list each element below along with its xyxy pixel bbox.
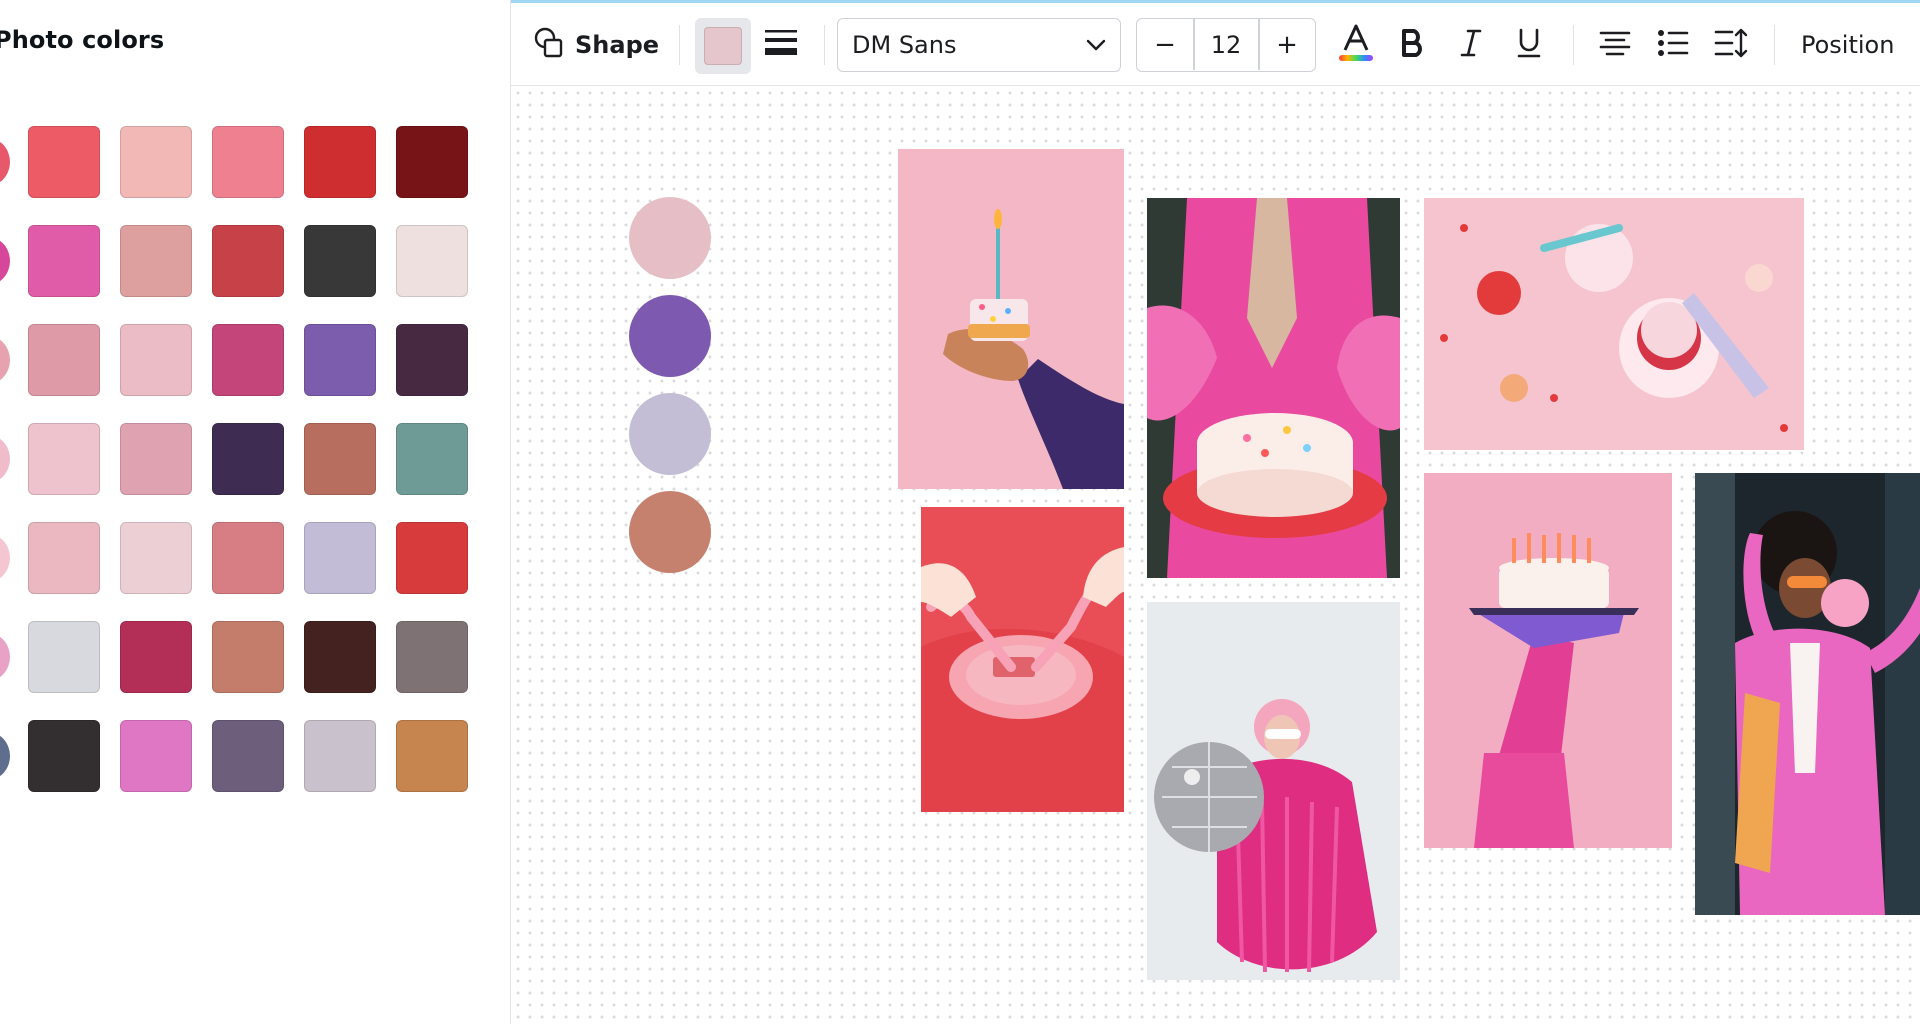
border-style-button[interactable] <box>759 23 803 67</box>
color-swatch[interactable] <box>28 423 100 495</box>
design-canvas[interactable] <box>512 87 1920 1024</box>
toolbar-divider <box>1774 25 1775 65</box>
palette-color-dot[interactable] <box>629 295 711 377</box>
palette-source-photo-thumbnail[interactable] <box>0 732 10 780</box>
color-swatch[interactable] <box>212 126 284 198</box>
color-swatch[interactable] <box>396 324 468 396</box>
palette-color-dot[interactable] <box>629 197 711 279</box>
photo-birthday-cake-slice[interactable] <box>898 149 1124 489</box>
palette-row <box>0 225 510 297</box>
palette-source-photo-thumbnail[interactable] <box>0 237 10 285</box>
color-swatch[interactable] <box>304 126 376 198</box>
position-button[interactable]: Position <box>1791 23 1904 67</box>
color-swatch[interactable] <box>304 720 376 792</box>
text-color-icon <box>1336 22 1376 68</box>
palette-row <box>0 324 510 396</box>
color-swatch[interactable] <box>396 522 468 594</box>
palette-row <box>0 423 510 495</box>
palette-source-photo-thumbnail[interactable] <box>0 336 10 384</box>
color-swatch[interactable] <box>212 324 284 396</box>
color-swatch[interactable] <box>396 720 468 792</box>
photo-bubblegum-pink-suit[interactable] <box>1695 473 1920 915</box>
chevron-down-icon <box>1086 36 1106 55</box>
color-swatch[interactable] <box>120 225 192 297</box>
palette-row <box>0 720 510 792</box>
shape-button-label: Shape <box>575 31 660 59</box>
palette-color-dot[interactable] <box>629 491 711 573</box>
decrease-font-size-button[interactable]: − <box>1137 19 1193 70</box>
photo-plate-cake-slice[interactable] <box>921 507 1124 812</box>
color-swatch[interactable] <box>396 423 468 495</box>
increase-font-size-button[interactable]: + <box>1259 19 1315 70</box>
photo-colors-panel: Photo colors <box>0 0 511 1024</box>
color-swatch[interactable] <box>28 225 100 297</box>
color-swatch[interactable] <box>212 621 284 693</box>
photo-cake-on-heel[interactable] <box>1424 473 1672 848</box>
line-spacing-button[interactable] <box>1709 23 1753 67</box>
color-swatch[interactable] <box>212 720 284 792</box>
palette-source-photo-thumbnail[interactable] <box>0 633 10 681</box>
color-swatch[interactable] <box>28 324 100 396</box>
fill-color-button[interactable] <box>695 18 751 74</box>
color-swatch[interactable] <box>212 225 284 297</box>
shape-button[interactable]: Shape <box>533 23 659 67</box>
toolbar-divider <box>1573 25 1574 65</box>
photo-party-table[interactable] <box>1424 198 1804 450</box>
fill-color-chip <box>704 27 742 65</box>
color-swatch[interactable] <box>120 720 192 792</box>
bold-icon <box>1400 28 1426 62</box>
palette-row <box>0 126 510 198</box>
italic-icon <box>1458 28 1484 62</box>
photo-disco-ball-fringe[interactable] <box>1147 602 1400 980</box>
shape-icon <box>533 27 565 63</box>
palette-source-photo-thumbnail[interactable] <box>0 138 10 186</box>
palette-row <box>0 621 510 693</box>
font-size-stepper: − 12 + <box>1136 18 1316 72</box>
underline-icon <box>1516 27 1542 63</box>
palette-color-dot[interactable] <box>629 393 711 475</box>
align-center-icon <box>1599 30 1631 60</box>
color-swatch[interactable] <box>304 225 376 297</box>
text-color-button[interactable] <box>1333 21 1379 69</box>
color-swatch[interactable] <box>28 126 100 198</box>
font-family-value: DM Sans <box>852 31 957 59</box>
bold-button[interactable] <box>1391 23 1435 67</box>
border-weight-icon <box>764 28 798 62</box>
color-swatch[interactable] <box>28 720 100 792</box>
palette-source-photo-thumbnail[interactable] <box>0 534 10 582</box>
line-spacing-icon <box>1714 27 1748 63</box>
text-align-button[interactable] <box>1593 23 1637 67</box>
color-swatch[interactable] <box>304 423 376 495</box>
color-swatch[interactable] <box>120 621 192 693</box>
color-swatch[interactable] <box>212 423 284 495</box>
panel-title: Photo colors <box>0 26 165 54</box>
editor-toolbar: Shape DM Sans − 12 + Position <box>511 3 1920 86</box>
color-swatch[interactable] <box>120 126 192 198</box>
photo-pink-suit-cake[interactable] <box>1147 198 1400 578</box>
bulleted-list-button[interactable] <box>1651 23 1695 67</box>
color-swatch[interactable] <box>28 621 100 693</box>
color-swatch[interactable] <box>304 621 376 693</box>
color-swatch[interactable] <box>120 423 192 495</box>
toolbar-divider <box>824 25 825 65</box>
color-swatch[interactable] <box>396 621 468 693</box>
bulleted-list-icon <box>1657 29 1689 61</box>
color-swatch[interactable] <box>304 522 376 594</box>
font-family-select[interactable]: DM Sans <box>837 18 1121 72</box>
color-swatch[interactable] <box>396 126 468 198</box>
color-swatch[interactable] <box>212 522 284 594</box>
color-swatch[interactable] <box>28 522 100 594</box>
italic-button[interactable] <box>1449 23 1493 67</box>
font-size-input[interactable]: 12 <box>1195 19 1257 70</box>
color-swatch[interactable] <box>120 324 192 396</box>
palette-source-photo-thumbnail[interactable] <box>0 435 10 483</box>
position-button-label: Position <box>1801 31 1895 59</box>
color-swatch[interactable] <box>304 324 376 396</box>
palette-row <box>0 522 510 594</box>
color-swatch[interactable] <box>120 522 192 594</box>
toolbar-divider <box>679 25 680 65</box>
underline-button[interactable] <box>1507 23 1551 67</box>
color-swatch[interactable] <box>396 225 468 297</box>
